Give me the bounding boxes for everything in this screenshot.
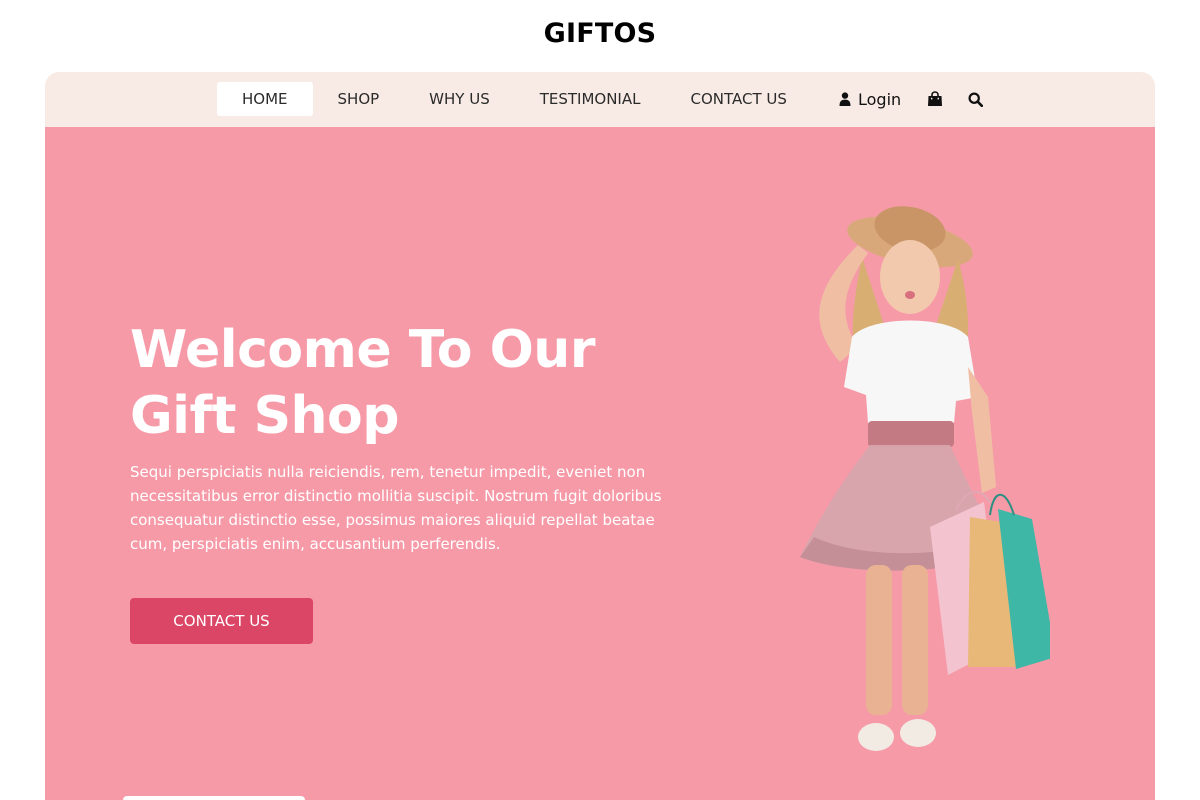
hero-description: Sequi perspiciatis nulla reiciendis, rem… [130,463,662,553]
nav-item-home[interactable]: HOME [217,82,313,116]
nav-item-why-us[interactable]: WHY US [404,82,515,116]
slider-indicator[interactable] [123,796,305,800]
main-navbar: HOME SHOP WHY US TESTIMONIAL CONTACT US … [45,72,1155,127]
login-label: Login [858,89,902,109]
nav-item-contact-us[interactable]: CONTACT US [665,82,811,116]
brand-logo[interactable]: GIFTOS [0,18,1200,49]
contact-us-button[interactable]: CONTACT US [130,598,313,644]
shopping-bag-icon[interactable] [926,90,944,108]
search-icon[interactable] [966,90,984,108]
hero-slider: Welcome To Our Gift Shop Sequi perspicia… [45,127,1155,800]
user-icon [839,92,851,106]
nav-item-testimonial[interactable]: TESTIMONIAL [515,82,666,116]
nav-menu: HOME SHOP WHY US TESTIMONIAL CONTACT US [217,82,812,116]
hero-image-girl-with-shopping-bags [800,206,1050,751]
nav-item-shop[interactable]: SHOP [313,82,405,116]
login-link[interactable]: Login [839,90,901,109]
hero-title: Welcome To Our Gift Shop [130,317,690,449]
hero-title-line-1: Welcome To Our [130,320,595,380]
hero-title-line-2: Gift Shop [130,386,400,446]
nav-tools: Login [839,82,984,116]
